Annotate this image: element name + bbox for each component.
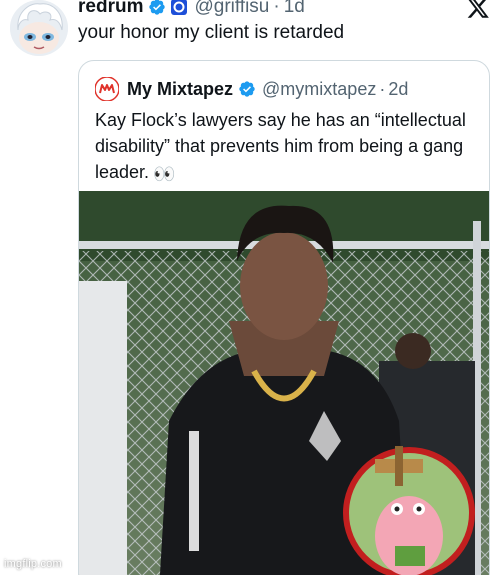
quoted-text: Kay Flock’s lawyers say he has an “intel…: [95, 107, 475, 187]
tweet-header: redrum @griffisu · 1d: [78, 0, 305, 20]
user-handle[interactable]: @griffisu: [194, 0, 269, 18]
eyes-emoji: 👀: [153, 164, 176, 184]
quoted-timestamp[interactable]: 2d: [388, 79, 408, 100]
user-avatar[interactable]: [10, 0, 68, 56]
verified-badge-icon: [148, 0, 166, 16]
imgflip-watermark: imgflip.com: [4, 558, 62, 570]
quoted-media-photo[interactable]: [79, 191, 489, 575]
quoted-handle[interactable]: @mymixtapez: [262, 79, 376, 100]
display-name[interactable]: redrum: [78, 0, 143, 18]
x-logo-icon[interactable]: [466, 0, 490, 20]
separator: ·: [379, 78, 386, 99]
tweet-card: redrum @griffisu · 1d your honor my clie…: [0, 0, 500, 575]
verified-badge-icon: [238, 80, 256, 98]
quoted-tweet[interactable]: My Mixtapez @mymixtapez · 2d Kay Flock’s…: [78, 60, 490, 575]
tweet-text: your honor my client is retarded: [78, 22, 345, 43]
mixtapez-logo-icon[interactable]: [95, 77, 119, 101]
affiliate-badge-icon: [170, 0, 188, 16]
quoted-display-name[interactable]: My Mixtapez: [127, 79, 233, 100]
tweet-timestamp[interactable]: 1d: [284, 0, 305, 18]
quoted-header: My Mixtapez @mymixtapez · 2d: [95, 77, 408, 101]
quoted-text-body: Kay Flock’s lawyers say he has an “intel…: [95, 110, 466, 182]
separator: ·: [273, 0, 280, 17]
